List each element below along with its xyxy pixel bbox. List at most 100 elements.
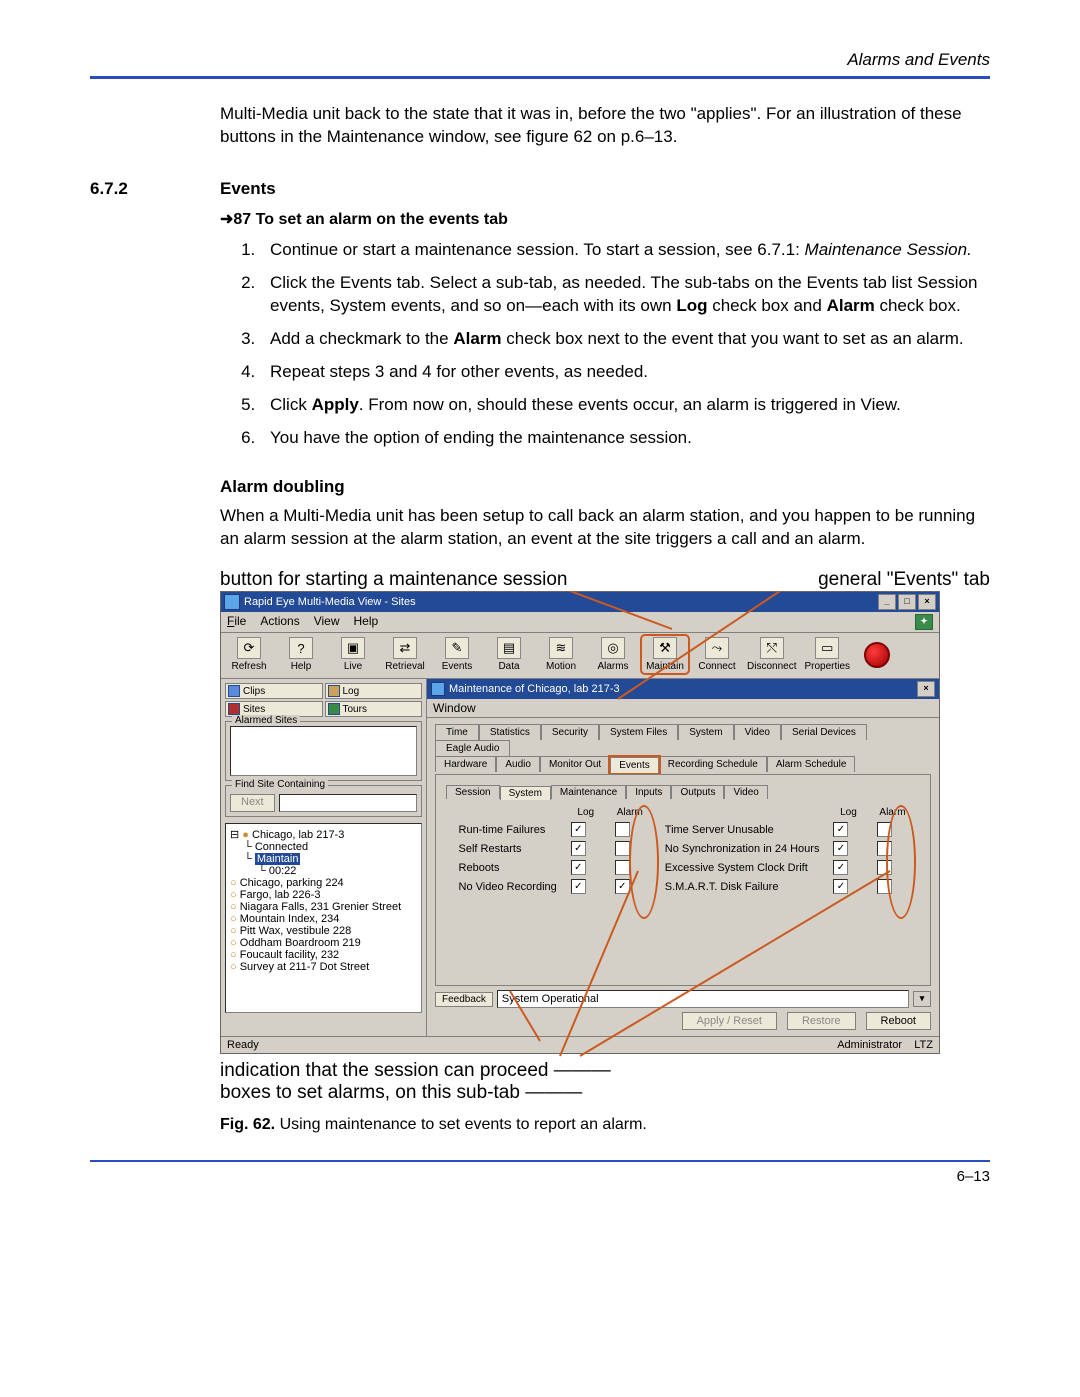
subtab-inputs[interactable]: Inputs (626, 785, 671, 799)
maximize-button[interactable]: □ (898, 594, 916, 610)
new-icon[interactable]: ✦ (915, 614, 933, 630)
reboot-button[interactable]: Reboot (866, 1012, 931, 1030)
feedback-label: Feedback (435, 992, 493, 1007)
subtab-video[interactable]: Video (724, 785, 767, 799)
find-site-input[interactable] (279, 794, 417, 812)
tab-eagle-audio[interactable]: Eagle Audio (435, 740, 510, 756)
next-button[interactable]: Next (230, 794, 275, 812)
menu-actions[interactable]: Actions (260, 614, 299, 630)
tab-hardware[interactable]: Hardware (435, 756, 496, 772)
tab-serial[interactable]: Serial Devices (781, 724, 867, 740)
subtab-outputs[interactable]: Outputs (671, 785, 724, 799)
alarm-checkbox[interactable] (615, 822, 630, 837)
properties-button[interactable]: ▭Properties (804, 637, 850, 672)
menu-help[interactable]: Help (354, 614, 379, 630)
log-checkbox[interactable] (571, 841, 586, 856)
motion-button[interactable]: ≋Motion (539, 637, 583, 672)
alarm-checkbox[interactable] (615, 841, 630, 856)
maintenance-close-button[interactable]: × (917, 681, 935, 697)
sites-tree[interactable]: ⊟ ● Chicago, lab 217-3 └ Connected └ Mai… (225, 823, 422, 1013)
step-6: You have the option of ending the mainte… (260, 427, 990, 450)
step-1: Continue or start a maintenance session.… (260, 239, 990, 262)
tab-recording-schedule[interactable]: Recording Schedule (659, 756, 767, 772)
close-button[interactable]: × (918, 594, 936, 610)
log-checkbox[interactable] (833, 879, 848, 894)
alarm-doubling-text: When a Multi-Media unit has been setup t… (220, 505, 990, 551)
subtab-maintenance[interactable]: Maintenance (551, 785, 626, 799)
section-title: Events (220, 179, 276, 199)
restore-button[interactable]: Restore (787, 1012, 856, 1030)
app-icon (224, 594, 240, 610)
live-button[interactable]: ▣Live (331, 637, 375, 672)
annotation-alarm-column-left (629, 805, 659, 919)
tab-alarm-schedule[interactable]: Alarm Schedule (767, 756, 856, 772)
sites-panel: Clips Log Sites Tours Alarmed Sites F (221, 679, 427, 1036)
connect-button[interactable]: ⤳Connect (695, 637, 739, 672)
step-3: Add a checkmark to the Alarm check box n… (260, 328, 990, 351)
tab-audio[interactable]: Audio (496, 756, 540, 772)
tab-tours[interactable]: Tours (325, 701, 423, 717)
menu-view[interactable]: View (314, 614, 340, 630)
log-checkbox[interactable] (833, 841, 848, 856)
minimize-button[interactable]: _ (878, 594, 896, 610)
tab-time[interactable]: Time (435, 724, 479, 740)
retrieval-button[interactable]: ⇄Retrieval (383, 637, 427, 672)
maintenance-menubar[interactable]: Window (427, 699, 939, 718)
event-no-video-recording: No Video Recording (459, 881, 557, 893)
alarm-checkbox[interactable] (615, 879, 630, 894)
window-title: Rapid Eye Multi-Media View - Sites (244, 596, 416, 608)
tab-statistics[interactable]: Statistics (479, 724, 541, 740)
disconnect-button[interactable]: ⤲Disconnect (747, 637, 796, 672)
running-header: Alarms and Events (90, 50, 990, 70)
maintenance-title: Maintenance of Chicago, lab 217-3 (449, 683, 620, 695)
tab-system[interactable]: System (678, 724, 733, 740)
alarm-checkbox[interactable] (615, 860, 630, 875)
window-titlebar[interactable]: Rapid Eye Multi-Media View - Sites _ □ × (221, 592, 939, 612)
tab-video[interactable]: Video (734, 724, 781, 740)
feedback-dropdown-icon[interactable]: ▾ (913, 991, 931, 1007)
page-number: 6–13 (90, 1168, 990, 1185)
subtab-system[interactable]: System (500, 786, 551, 800)
event-self-restarts: Self Restarts (459, 843, 557, 855)
menu-file[interactable]: FFileile (227, 614, 246, 630)
log-checkbox[interactable] (571, 879, 586, 894)
alarmed-sites-list[interactable] (230, 726, 417, 776)
step-4: Repeat steps 3 and 4 for other events, a… (260, 361, 990, 384)
log-checkbox[interactable] (571, 822, 586, 837)
callout-bottom-2: boxes to set alarms, on this sub-tab ——— (220, 1082, 990, 1104)
data-button[interactable]: ▤Data (487, 637, 531, 672)
log-checkbox[interactable] (833, 822, 848, 837)
log-checkbox[interactable] (833, 860, 848, 875)
events-button[interactable]: ✎Events (435, 637, 479, 672)
record-indicator-icon (864, 642, 890, 668)
intro-paragraph: Multi-Media unit back to the state that … (220, 103, 990, 149)
figure-screenshot: Rapid Eye Multi-Media View - Sites _ □ ×… (220, 591, 940, 1054)
tab-events[interactable]: Events (610, 757, 659, 773)
tab-monitor-out[interactable]: Monitor Out (540, 756, 610, 772)
callout-bottom-1: indication that the session can proceed … (220, 1060, 990, 1082)
tab-security[interactable]: Security (541, 724, 599, 740)
maintenance-icon (431, 682, 445, 696)
figure-caption: Using maintenance to set events to repor… (275, 1116, 647, 1133)
subtab-session[interactable]: Session (446, 785, 500, 799)
log-checkbox[interactable] (571, 860, 586, 875)
callout-top-right: general "Events" tab (818, 569, 990, 591)
step-2: Click the Events tab. Select a sub-tab, … (260, 272, 990, 318)
menubar[interactable]: FFileile Actions View Help ✦ (221, 612, 939, 633)
alarm-doubling-heading: Alarm doubling (220, 477, 990, 497)
tab-log[interactable]: Log (325, 683, 423, 699)
event-smart-disk: S.M.A.R.T. Disk Failure (665, 881, 820, 893)
alarms-button[interactable]: ◎Alarms (591, 637, 635, 672)
footer-rule (90, 1160, 990, 1162)
step-1-ref: Maintenance Session. (805, 240, 972, 259)
help-button[interactable]: ?Help (279, 637, 323, 672)
maintain-button[interactable]: ⚒Maintain (643, 637, 687, 672)
status-ready: Ready (227, 1039, 259, 1051)
apply-reset-button[interactable]: Apply / Reset (682, 1012, 777, 1030)
tree-selected-maintain[interactable]: Maintain (255, 853, 301, 865)
event-no-sync: No Synchronization in 24 Hours (665, 843, 820, 855)
tab-system-files[interactable]: System Files (599, 724, 678, 740)
col-log-header: Log (571, 807, 601, 818)
tab-clips[interactable]: Clips (225, 683, 323, 699)
refresh-button[interactable]: ⟳Refresh (227, 637, 271, 672)
